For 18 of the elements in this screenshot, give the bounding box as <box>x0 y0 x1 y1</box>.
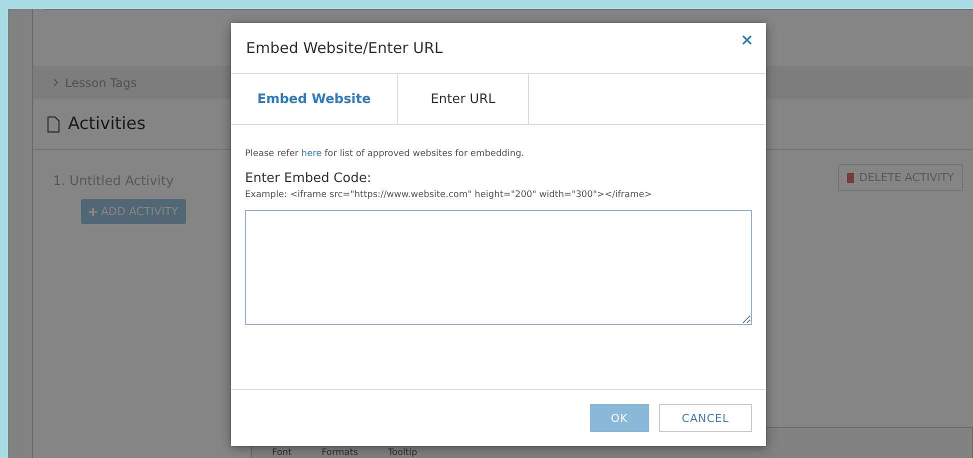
tab[interactable]: Embed Website <box>231 74 398 124</box>
example-text: Example: <iframe src="https://www.website.com" height="200" width="300"></iframe> <box>245 190 653 200</box>
dialog-title: Embed Website/Enter URL <box>246 39 443 57</box>
embed-code-field[interactable] <box>245 210 752 325</box>
toolbar-item[interactable]: Tooltip <box>388 448 418 458</box>
section-title: Activities <box>68 114 146 134</box>
plus-icon <box>89 208 97 216</box>
field-label: Enter Embed Code: <box>245 171 372 186</box>
instruction-text: Please refer here for list of approved websites for embedding. <box>245 149 526 159</box>
close-icon <box>742 35 752 45</box>
toolbar-item[interactable]: Formats <box>322 448 358 458</box>
ok-button[interactable]: OK <box>590 404 649 432</box>
close-button[interactable] <box>742 35 752 45</box>
chevron-icon <box>53 78 59 87</box>
toolbar-item[interactable]: Font <box>272 448 292 458</box>
here-link[interactable]: here <box>301 149 322 159</box>
cancel-button[interactable]: CANCEL <box>658 404 752 432</box>
document-icon <box>47 116 60 132</box>
